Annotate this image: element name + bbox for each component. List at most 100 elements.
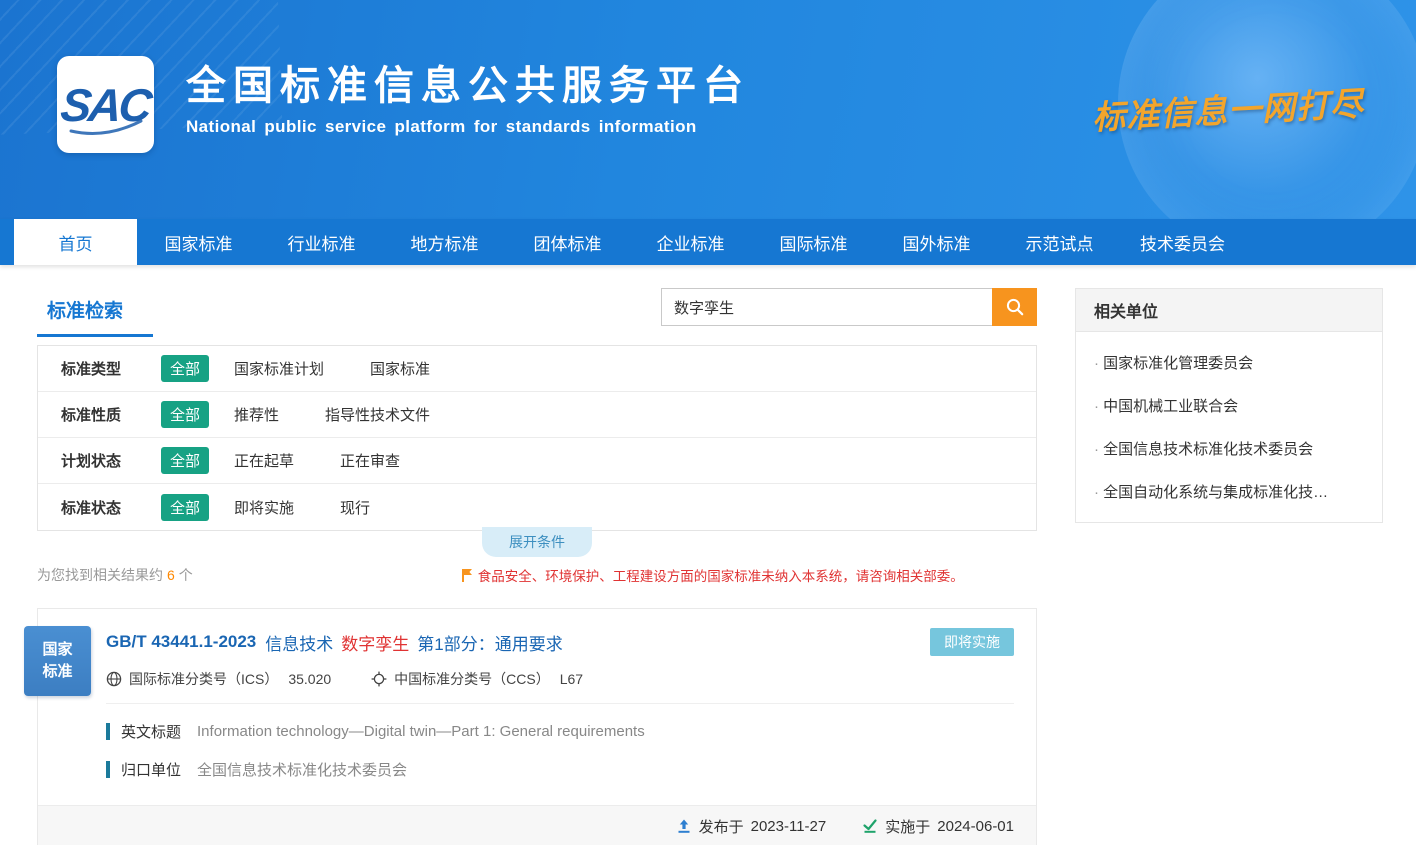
english-title-label: 英文标题 bbox=[121, 721, 181, 742]
standard-title-part1: 信息技术 bbox=[265, 630, 333, 655]
flag-icon bbox=[461, 568, 473, 583]
result-count-number: 6 bbox=[167, 567, 175, 583]
card-footer: 发布于 2023-11-27 实施于 2024-06-01 bbox=[38, 805, 1036, 845]
ccs-value: L67 bbox=[560, 671, 583, 687]
system-notice: 食品安全、环境保护、工程建设方面的国家标准未纳入本系统，请咨询相关部委。 bbox=[461, 565, 964, 585]
nav-item-foreign-standards[interactable]: 国外标准 bbox=[875, 219, 998, 265]
nav-item-home[interactable]: 首页 bbox=[14, 219, 137, 265]
ics-label: 国际标准分类号（ICS） bbox=[129, 669, 278, 689]
english-title-row: 英文标题 Information technology—Digital twin… bbox=[106, 721, 1014, 742]
publish-date: 2023-11-27 bbox=[751, 818, 827, 835]
filter-option[interactable]: 现行 bbox=[340, 497, 370, 518]
sidebar-title: 相关单位 bbox=[1076, 289, 1382, 332]
standard-title-link[interactable]: GB/T 43441.1-2023 信息技术 数字孪生 第1部分：通用要求 bbox=[106, 630, 563, 655]
nav-item-local-standards[interactable]: 地方标准 bbox=[383, 219, 506, 265]
search-icon bbox=[1005, 297, 1025, 317]
filter-all-button[interactable]: 全部 bbox=[161, 355, 209, 382]
filter-option[interactable]: 推荐性 bbox=[234, 404, 279, 425]
card-body: GB/T 43441.1-2023 信息技术 数字孪生 第1部分：通用要求 即将… bbox=[38, 609, 1036, 784]
sac-logo[interactable]: SAC bbox=[57, 56, 154, 153]
filter-row-standard-status: 标准状态 全部 即将实施 现行 bbox=[38, 484, 1036, 530]
filter-label: 标准性质 bbox=[61, 404, 125, 425]
site-header: SAC 全国标准信息公共服务平台 National public service… bbox=[0, 0, 1416, 219]
nav-item-group-standards[interactable]: 团体标准 bbox=[506, 219, 629, 265]
committee-label: 归口单位 bbox=[121, 759, 181, 780]
sidebar-list: 国家标准化管理委员会 中国机械工业联合会 全国信息技术标准化技术委员会 全国自动… bbox=[1076, 332, 1382, 522]
filter-option[interactable]: 国家标准计划 bbox=[234, 358, 324, 379]
ics-value: 35.020 bbox=[288, 671, 331, 687]
standard-title-part2: 第1部分：通用要求 bbox=[417, 630, 562, 655]
filter-row-standard-type: 标准类型 全部 国家标准计划 国家标准 bbox=[38, 346, 1036, 392]
filter-option[interactable]: 国家标准 bbox=[370, 358, 430, 379]
search-box bbox=[661, 288, 1037, 326]
result-count: 为您找到相关结果约6个 bbox=[37, 565, 193, 585]
sidebar-item-it-committee[interactable]: 全国信息技术标准化技术委员会 bbox=[1076, 427, 1382, 470]
page-content: 标准检索 标准类型 全部 国家标准计划 国家标准 标准性质 全 bbox=[0, 265, 1416, 845]
ccs-group: 中国标准分类号（CCS） L67 bbox=[371, 669, 583, 689]
filter-option[interactable]: 即将实施 bbox=[234, 497, 294, 518]
publish-date-group: 发布于 2023-11-27 bbox=[676, 816, 827, 837]
result-card: 国家 标准 GB/T 43441.1-2023 信息技术 数字孪生 第1部分：通… bbox=[37, 608, 1037, 845]
standard-code: GB/T 43441.1-2023 bbox=[106, 632, 256, 652]
nav-item-enterprise-standards[interactable]: 企业标准 bbox=[629, 219, 752, 265]
search-button[interactable] bbox=[992, 288, 1037, 326]
implement-date-group: 实施于 2024-06-01 bbox=[862, 816, 1014, 837]
sidebar-item-automation-committee[interactable]: 全国自动化系统与集成标准化技… bbox=[1076, 470, 1382, 513]
main-column: 标准检索 标准类型 全部 国家标准计划 国家标准 标准性质 全 bbox=[37, 288, 1037, 845]
standard-type-badge: 国家 标准 bbox=[24, 626, 91, 696]
filter-label: 计划状态 bbox=[61, 450, 125, 471]
type-badge-line1: 国家 bbox=[42, 639, 72, 662]
filter-option[interactable]: 指导性技术文件 bbox=[325, 404, 430, 425]
nav-item-industry-standards[interactable]: 行业标准 bbox=[260, 219, 383, 265]
nav-item-international-standards[interactable]: 国际标准 bbox=[752, 219, 875, 265]
ccs-label: 中国标准分类号（CCS） bbox=[394, 669, 550, 689]
sidebar-item-machinery-federation[interactable]: 中国机械工业联合会 bbox=[1076, 384, 1382, 427]
type-badge-line2: 标准 bbox=[42, 661, 72, 684]
filter-option[interactable]: 正在审查 bbox=[340, 450, 400, 471]
classification-meta-row: 国际标准分类号（ICS） 35.020 中国标准分类号（CCS） L67 bbox=[106, 669, 1014, 689]
nav-item-pilot[interactable]: 示范试点 bbox=[998, 219, 1121, 265]
result-count-prefix: 为您找到相关结果约 bbox=[37, 567, 163, 583]
filter-option[interactable]: 正在起草 bbox=[234, 450, 294, 471]
platform-subtitle: National public service platform for sta… bbox=[186, 117, 750, 137]
publish-label: 发布于 bbox=[699, 816, 744, 837]
field-accent-bar bbox=[106, 723, 110, 740]
status-badge: 即将实施 bbox=[930, 628, 1014, 656]
standard-title-highlight: 数字孪生 bbox=[341, 630, 409, 655]
globe-icon bbox=[106, 671, 122, 687]
nav-item-national-standards[interactable]: 国家标准 bbox=[137, 219, 260, 265]
publish-icon bbox=[676, 818, 692, 834]
platform-title-block: 全国标准信息公共服务平台 National public service pla… bbox=[186, 64, 750, 137]
notice-text: 食品安全、环境保护、工程建设方面的国家标准未纳入本系统，请咨询相关部委。 bbox=[478, 565, 964, 585]
filter-all-button[interactable]: 全部 bbox=[161, 494, 209, 521]
expand-conditions-button[interactable]: 展开条件 bbox=[482, 527, 592, 557]
sidebar-item-sac[interactable]: 国家标准化管理委员会 bbox=[1076, 341, 1382, 384]
committee-value: 全国信息技术标准化技术委员会 bbox=[197, 759, 407, 780]
sac-logo-swoosh-icon bbox=[67, 117, 145, 137]
committee-row: 归口单位 全国信息技术标准化技术委员会 bbox=[106, 759, 1014, 780]
nav-item-technical-committee[interactable]: 技术委员会 bbox=[1121, 219, 1244, 265]
implement-check-icon bbox=[862, 818, 878, 834]
related-units-sidebar: 相关单位 国家标准化管理委员会 中国机械工业联合会 全国信息技术标准化技术委员会… bbox=[1075, 288, 1383, 523]
filter-all-button[interactable]: 全部 bbox=[161, 401, 209, 428]
field-accent-bar bbox=[106, 761, 110, 778]
filter-label: 标准状态 bbox=[61, 497, 125, 518]
filter-all-button[interactable]: 全部 bbox=[161, 447, 209, 474]
tab-standard-retrieval[interactable]: 标准检索 bbox=[37, 288, 153, 337]
standard-title-row: GB/T 43441.1-2023 信息技术 数字孪生 第1部分：通用要求 即将… bbox=[106, 628, 1014, 656]
filter-row-plan-status: 计划状态 全部 正在起草 正在审查 bbox=[38, 438, 1036, 484]
english-title-value: Information technology—Digital twin—Part… bbox=[197, 723, 645, 740]
implement-date: 2024-06-01 bbox=[937, 818, 1014, 835]
ics-group: 国际标准分类号（ICS） 35.020 bbox=[106, 669, 331, 689]
result-info-line: 为您找到相关结果约6个 食品安全、环境保护、工程建设方面的国家标准未纳入本系统，… bbox=[37, 565, 1037, 585]
main-nav: 首页 国家标准 行业标准 地方标准 团体标准 企业标准 国际标准 国外标准 示范… bbox=[0, 219, 1416, 265]
filter-label: 标准类型 bbox=[61, 358, 125, 379]
filter-row-standard-nature: 标准性质 全部 推荐性 指导性技术文件 bbox=[38, 392, 1036, 438]
search-input[interactable] bbox=[661, 288, 992, 326]
result-count-suffix: 个 bbox=[179, 567, 193, 583]
crosshair-icon bbox=[371, 671, 387, 687]
search-row: 标准检索 bbox=[37, 288, 1037, 334]
platform-title: 全国标准信息公共服务平台 bbox=[186, 64, 750, 108]
card-divider bbox=[106, 703, 1014, 704]
implement-label: 实施于 bbox=[885, 816, 930, 837]
